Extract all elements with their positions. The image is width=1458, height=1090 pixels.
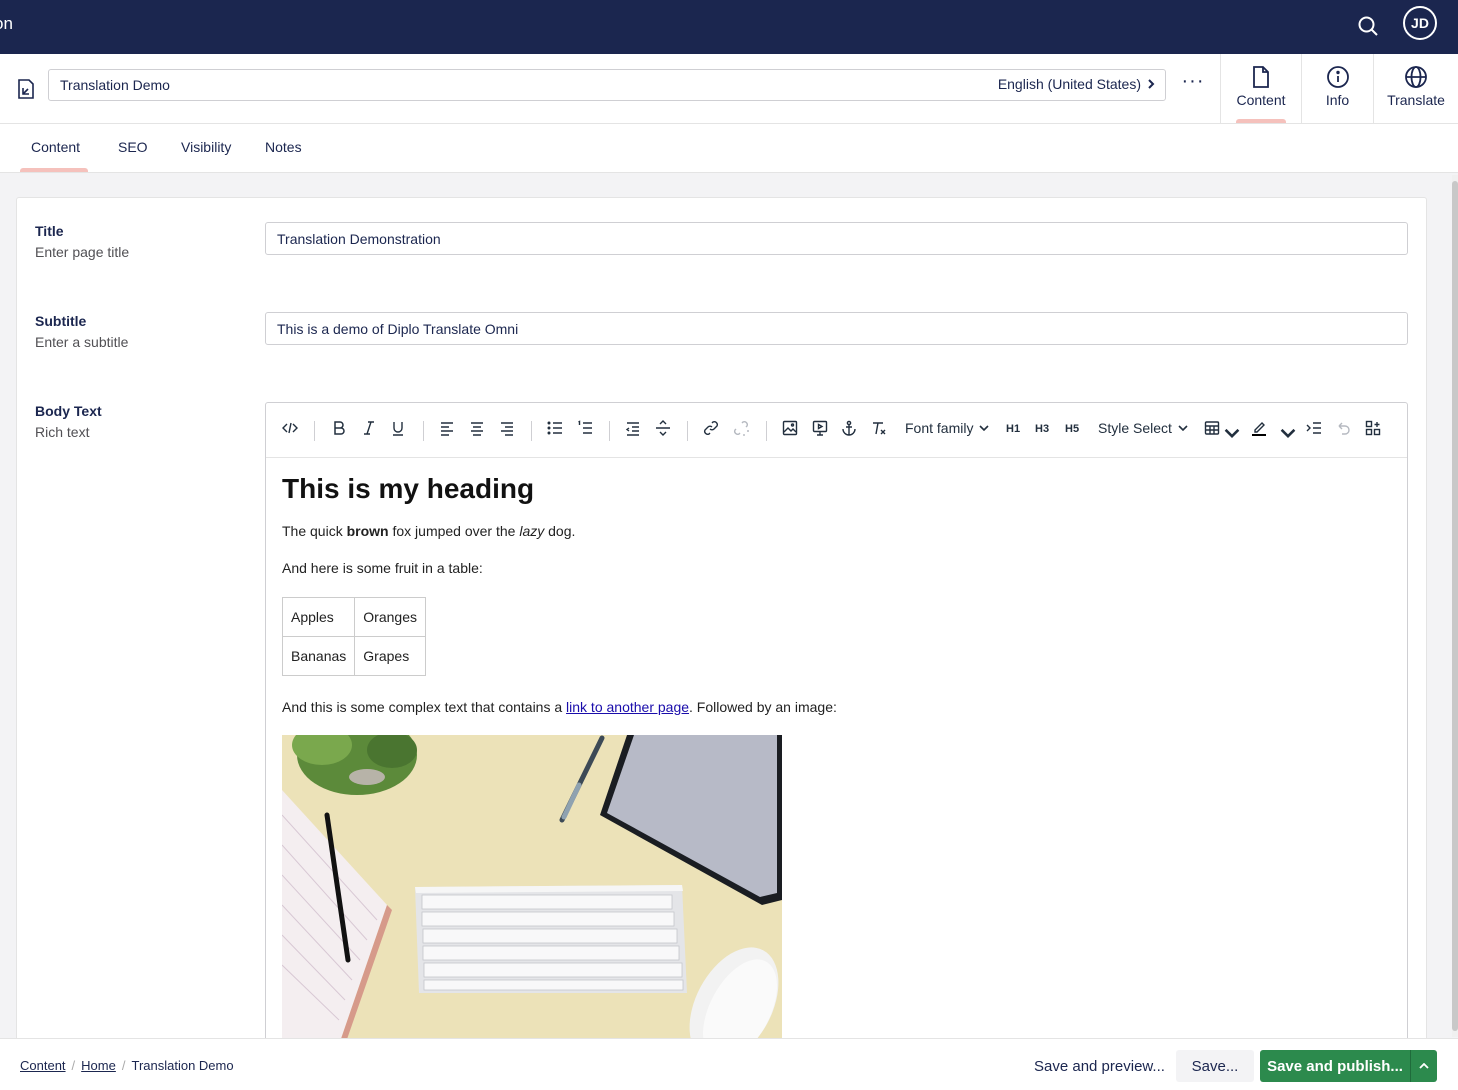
globe-icon bbox=[1405, 66, 1427, 88]
align-right-icon[interactable] bbox=[499, 420, 519, 440]
paragraph-1: The quick brown fox jumped over the lazy… bbox=[282, 523, 576, 539]
bold-icon[interactable] bbox=[331, 420, 351, 440]
strikethrough-icon[interactable] bbox=[655, 420, 675, 440]
document-type-icon[interactable] bbox=[16, 78, 36, 100]
table-cell: Grapes bbox=[354, 636, 426, 676]
breadcrumb: Content / Home / Translation Demo bbox=[20, 1058, 234, 1073]
editor-content[interactable]: This is my heading The quick brown fox j… bbox=[281, 473, 1392, 1065]
table-icon[interactable] bbox=[1204, 420, 1224, 440]
indent-icon[interactable] bbox=[1306, 420, 1326, 440]
align-center-icon[interactable] bbox=[469, 420, 489, 440]
chevron-right-icon bbox=[1148, 79, 1155, 89]
publish-options-button[interactable] bbox=[1410, 1050, 1437, 1082]
chevron-down-icon bbox=[979, 425, 990, 431]
breadcrumb-content[interactable]: Content bbox=[20, 1058, 66, 1073]
title-label: Title bbox=[35, 223, 64, 239]
chevron-down-icon[interactable] bbox=[1280, 425, 1300, 445]
search-icon[interactable] bbox=[1356, 14, 1380, 38]
content-heading: This is my heading bbox=[282, 473, 535, 504]
table-cell: Bananas bbox=[281, 636, 356, 676]
insert-image-icon[interactable] bbox=[782, 420, 802, 440]
bullet-list-icon[interactable] bbox=[547, 420, 567, 440]
font-family-dropdown[interactable]: Font family bbox=[905, 420, 990, 436]
heading-1-button[interactable]: H1 bbox=[1006, 423, 1020, 435]
footer-bar: Content / Home / Translation Demo Save a… bbox=[0, 1038, 1458, 1090]
more-actions-button[interactable]: ··· bbox=[1180, 71, 1206, 96]
rich-text-editor: Font family H1 H3 H5 Style Select This i… bbox=[265, 402, 1408, 1090]
undo-icon bbox=[1335, 420, 1355, 440]
font-family-label: Font family bbox=[905, 420, 974, 436]
save-and-preview-button[interactable]: Save and preview... bbox=[1020, 1050, 1179, 1082]
desk-photo[interactable] bbox=[282, 735, 782, 1065]
unlink-icon bbox=[733, 420, 753, 440]
breadcrumb-home[interactable]: Home bbox=[81, 1058, 116, 1073]
info-icon bbox=[1326, 66, 1349, 88]
tab-seo[interactable]: SEO bbox=[118, 139, 148, 155]
save-and-publish-button[interactable]: Save and publish... bbox=[1260, 1050, 1410, 1082]
subtitle-input[interactable] bbox=[265, 312, 1408, 345]
paragraph-2: And here is some fruit in a table: bbox=[282, 560, 483, 576]
chevron-down-icon bbox=[1178, 425, 1188, 431]
tab-content[interactable]: Content bbox=[19, 139, 89, 172]
link-icon[interactable] bbox=[703, 420, 723, 440]
app-tab-info[interactable]: Info bbox=[1301, 54, 1373, 123]
paragraph-3: And this is some complex text that conta… bbox=[282, 699, 837, 715]
culture-selector[interactable]: English (United States) bbox=[998, 76, 1155, 92]
avatar[interactable]: JD bbox=[1403, 6, 1437, 40]
table-row: Apples Oranges bbox=[281, 597, 426, 637]
node-name-input[interactable] bbox=[60, 75, 960, 95]
node-name-field: English (United States) bbox=[48, 69, 1166, 101]
underline-icon[interactable] bbox=[390, 420, 410, 440]
culture-label: English (United States) bbox=[997, 76, 1141, 92]
body-description: Rich text bbox=[35, 424, 90, 440]
content-subtabs: Content SEO Visibility Notes bbox=[0, 124, 1458, 173]
table-cell: Oranges bbox=[354, 597, 426, 637]
title-input[interactable] bbox=[265, 222, 1408, 255]
app-tab-label: Info bbox=[1325, 92, 1350, 108]
align-left-icon[interactable] bbox=[439, 420, 459, 440]
save-button[interactable]: Save... bbox=[1176, 1050, 1254, 1082]
properties-panel: Title Enter page title Subtitle Enter a … bbox=[16, 197, 1427, 1090]
document-icon bbox=[1253, 66, 1269, 88]
fruit-table: Apples Oranges Bananas Grapes bbox=[281, 597, 426, 676]
macro-icon[interactable] bbox=[1365, 420, 1385, 440]
body-label: Body Text bbox=[35, 403, 102, 419]
table-cell: Apples bbox=[281, 597, 356, 637]
breadcrumb-separator: / bbox=[121, 1058, 126, 1073]
app-tab-translate[interactable]: Translate bbox=[1373, 54, 1458, 123]
brand-text: on bbox=[0, 14, 13, 33]
tab-notes[interactable]: Notes bbox=[265, 139, 302, 155]
table-row: Bananas Grapes bbox=[281, 636, 426, 676]
style-select-label: Style Select bbox=[1098, 420, 1172, 436]
scrollbar-thumb[interactable] bbox=[1452, 181, 1458, 1031]
heading-5-button[interactable]: H5 bbox=[1065, 423, 1079, 435]
title-description: Enter page title bbox=[35, 244, 130, 260]
breadcrumb-current: Translation Demo bbox=[131, 1058, 234, 1073]
subtitle-description: Enter a subtitle bbox=[35, 334, 129, 350]
highlight-color-icon[interactable] bbox=[1251, 420, 1271, 440]
italic-icon[interactable] bbox=[361, 420, 381, 440]
chevron-down-icon[interactable] bbox=[1224, 425, 1244, 445]
insert-media-icon[interactable] bbox=[812, 420, 832, 440]
content-header: English (United States) ··· Content Info… bbox=[0, 54, 1458, 124]
page-scrollbar[interactable] bbox=[1452, 175, 1458, 1037]
app-tab-label: Translate bbox=[1387, 92, 1445, 108]
source-code-icon[interactable] bbox=[282, 420, 302, 440]
app-tab-label: Content bbox=[1236, 92, 1286, 108]
numbered-list-icon[interactable] bbox=[577, 420, 597, 440]
editor-toolbar: Font family H1 H3 H5 Style Select bbox=[266, 403, 1407, 458]
breadcrumb-separator: / bbox=[71, 1058, 76, 1073]
app-tab-content[interactable]: Content bbox=[1220, 54, 1301, 123]
content-link[interactable]: link to another page bbox=[566, 699, 689, 715]
tab-visibility[interactable]: Visibility bbox=[181, 139, 231, 155]
top-bar: on JD bbox=[0, 0, 1458, 54]
clear-formatting-icon[interactable] bbox=[871, 420, 891, 440]
outdent-icon[interactable] bbox=[625, 420, 645, 440]
chevron-up-icon bbox=[1419, 1063, 1429, 1069]
style-select-dropdown[interactable]: Style Select bbox=[1098, 420, 1188, 436]
heading-3-button[interactable]: H3 bbox=[1035, 423, 1049, 435]
anchor-icon[interactable] bbox=[841, 420, 861, 440]
subtitle-label: Subtitle bbox=[35, 313, 87, 329]
